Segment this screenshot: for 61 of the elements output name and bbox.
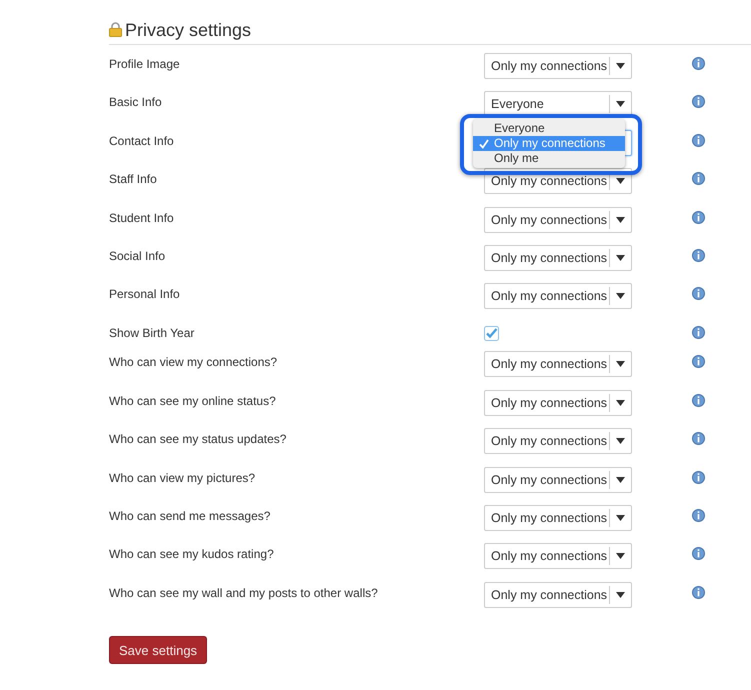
checkbox[interactable] <box>484 326 499 341</box>
select-dropdown[interactable]: Only my connections <box>484 582 632 608</box>
info-icon[interactable] <box>692 287 705 300</box>
dropdown-option[interactable]: Only me <box>473 150 625 166</box>
select-dropdown[interactable]: Only my connections <box>484 53 632 79</box>
caret-icon <box>616 63 625 69</box>
setting-label: Student Info <box>109 210 175 225</box>
setting-label: Who can send me messages? <box>109 508 272 523</box>
caret-icon <box>616 514 625 521</box>
info-icon[interactable] <box>692 248 705 262</box>
caret-icon <box>616 592 625 598</box>
info-icon[interactable] <box>692 547 705 560</box>
info-icon[interactable] <box>692 355 705 368</box>
dropdown-option[interactable]: Everyone <box>473 120 625 136</box>
check-icon <box>479 138 489 149</box>
info-icon[interactable] <box>692 508 705 522</box>
info-icon[interactable] <box>692 172 705 186</box>
caret-icon <box>616 438 625 444</box>
info-icon[interactable] <box>692 326 705 339</box>
setting-label: Who can see my kudos rating? <box>109 546 275 562</box>
select-dropdown[interactable]: Only my connections <box>484 504 632 531</box>
select-dropdown[interactable]: Only my connections <box>484 244 632 271</box>
setting-label: Staff Info <box>109 171 158 186</box>
caret-icon <box>616 293 625 300</box>
info-icon[interactable] <box>692 432 705 446</box>
section-title: Privacy settings <box>125 20 252 40</box>
save-settings-button[interactable]: Save settings <box>109 636 208 664</box>
info-icon[interactable] <box>692 470 705 484</box>
select-dropdown[interactable]: Only my connections <box>484 428 632 454</box>
setting-label: Who can see my online status? <box>109 392 277 408</box>
setting-label: Who can view my connections? <box>109 354 278 370</box>
caret-icon <box>616 216 625 223</box>
caret-icon <box>616 553 625 560</box>
setting-label: Who can view my pictures? <box>109 470 256 484</box>
caret-icon <box>616 254 625 261</box>
select-dropdown[interactable]: Only my connections <box>484 283 632 310</box>
caret-icon <box>616 178 625 184</box>
setting-label: Who can see my status updates? <box>109 431 288 446</box>
select-dropdown[interactable]: Only my connections <box>484 390 632 416</box>
info-icon[interactable] <box>692 57 705 70</box>
lock-icon <box>109 22 122 37</box>
setting-label: Contact Info <box>109 132 175 148</box>
info-icon[interactable] <box>692 134 705 147</box>
setting-label: Show Birth Year <box>109 324 196 340</box>
caret-icon <box>616 361 625 368</box>
info-icon[interactable] <box>692 95 705 108</box>
select-dropdown[interactable]: Only my connections <box>484 351 632 378</box>
info-icon[interactable] <box>692 394 705 407</box>
info-icon[interactable] <box>692 210 705 224</box>
setting-label: Who can see my wall and my posts to other walls? <box>109 584 379 600</box>
setting-label: Personal Info <box>109 286 181 302</box>
caret-icon <box>616 476 625 482</box>
select-dropdown[interactable]: Only my connections <box>484 206 632 233</box>
setting-label: Basic Info <box>109 94 163 110</box>
setting-label: Social Info <box>109 248 166 263</box>
select-dropdown[interactable]: Only my connections <box>484 466 632 492</box>
info-icon[interactable] <box>692 586 705 599</box>
setting-label: Profile Image <box>109 56 181 71</box>
caret-icon <box>616 400 625 406</box>
caret-icon <box>616 101 625 108</box>
select-dropdown[interactable]: Only my connections <box>484 543 632 570</box>
